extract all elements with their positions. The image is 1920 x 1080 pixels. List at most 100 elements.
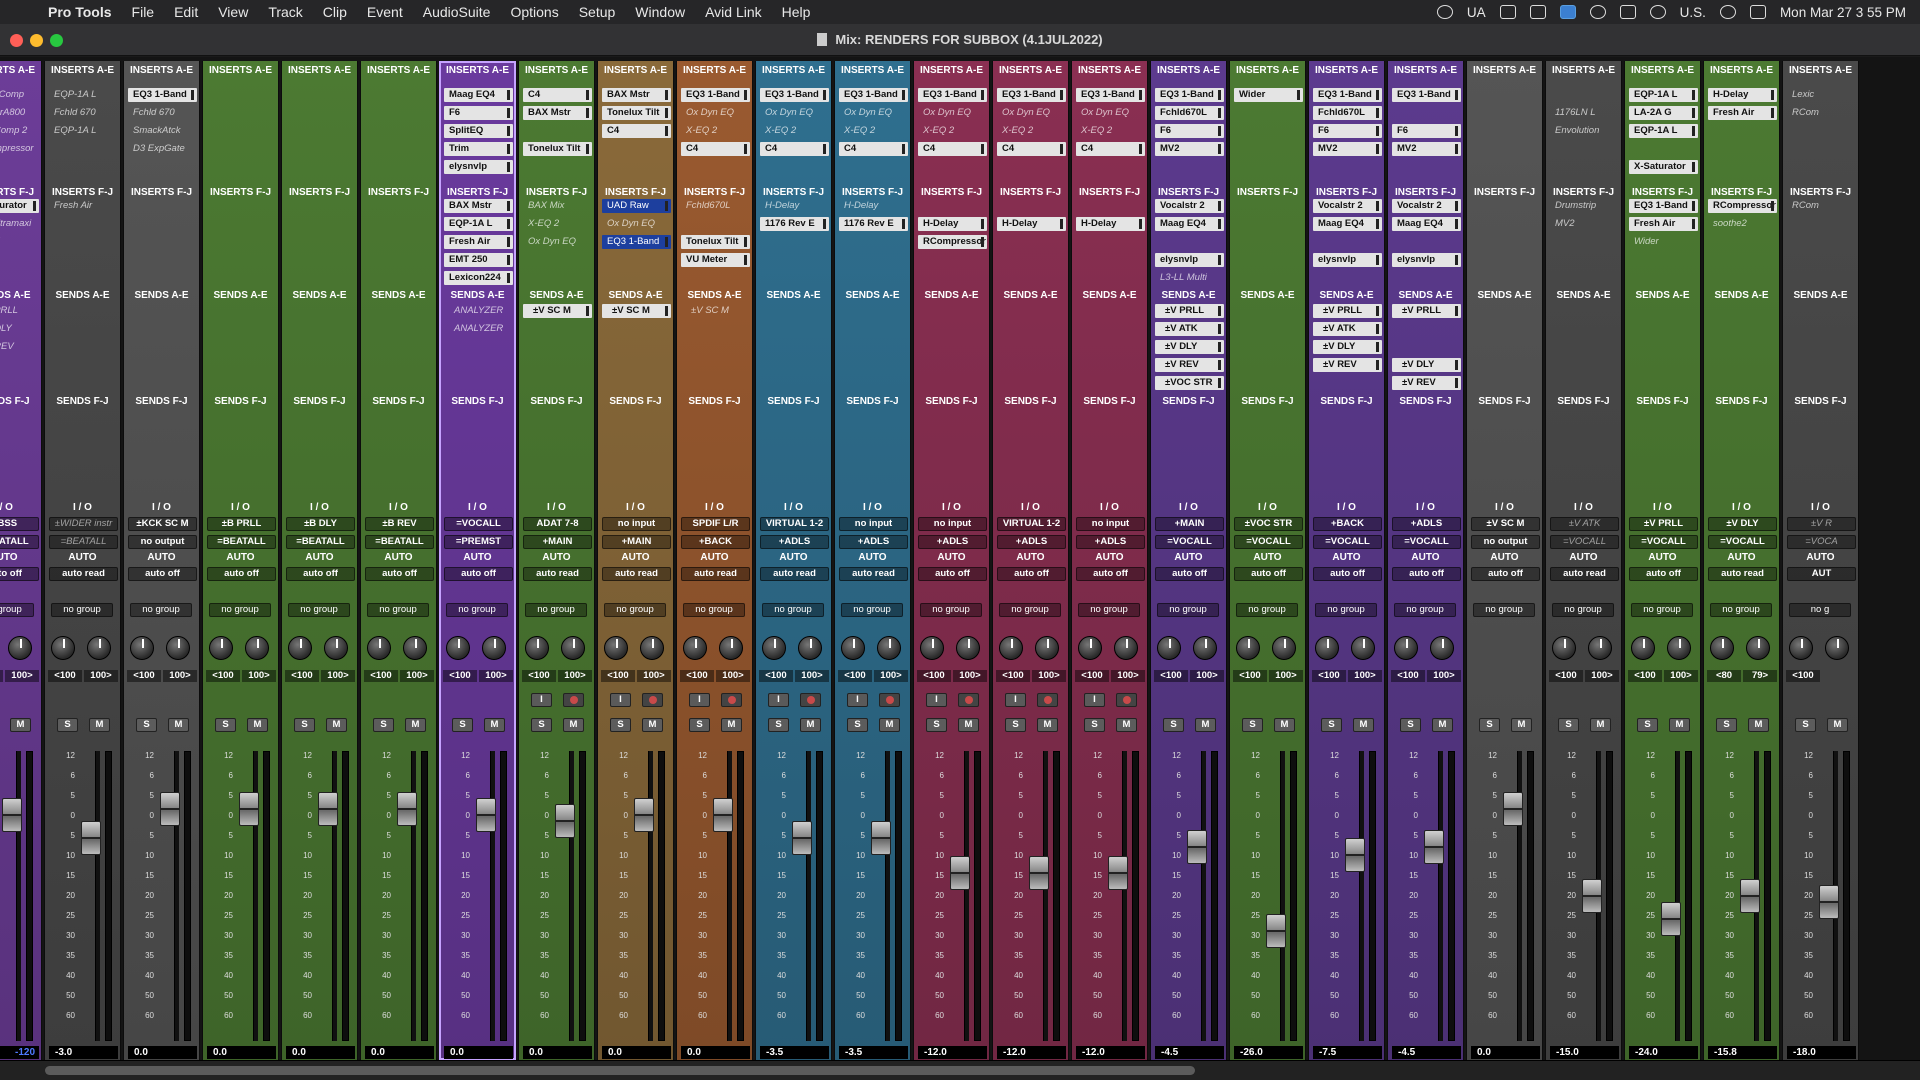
insert-slot[interactable] — [1708, 160, 1777, 174]
insert-slot[interactable]: elysnvlp — [444, 160, 513, 174]
output-selector[interactable]: +ADLS — [997, 535, 1066, 549]
insert-slot[interactable]: 1176 Rev E — [760, 217, 829, 231]
send-slot[interactable] — [760, 304, 829, 318]
insert-slot[interactable] — [918, 199, 987, 213]
insert-slot[interactable]: F6 — [444, 106, 513, 120]
send-slot[interactable] — [1234, 358, 1303, 372]
insert-slot[interactable] — [365, 464, 434, 478]
send-slot[interactable] — [207, 304, 276, 318]
insert-slot[interactable]: EQ3 1-Band — [681, 88, 750, 102]
send-slot[interactable] — [839, 376, 908, 390]
insert-slot[interactable] — [49, 446, 118, 460]
pan-left-value[interactable]: <100 — [127, 670, 161, 682]
menu-window[interactable]: Window — [625, 4, 695, 20]
insert-slot[interactable]: X-EQ 2 — [1076, 124, 1145, 138]
insert-slot[interactable]: Drumstrip — [1550, 199, 1619, 213]
insert-slot[interactable] — [602, 464, 671, 478]
send-slot[interactable] — [839, 304, 908, 318]
output-selector[interactable]: =PREMST — [444, 535, 513, 549]
insert-slot[interactable] — [1629, 446, 1698, 460]
insert-slot[interactable] — [1787, 253, 1856, 267]
input-monitor-button[interactable]: I — [768, 693, 789, 707]
input-selector[interactable]: ±VOC STR — [1234, 517, 1303, 531]
input-monitor-button[interactable]: I — [926, 693, 947, 707]
insert-slot[interactable] — [207, 464, 276, 478]
pan-right-value[interactable]: 100> — [637, 670, 671, 682]
insert-slot[interactable] — [997, 410, 1066, 424]
output-selector[interactable]: =VOCALL — [1550, 535, 1619, 549]
mute-button[interactable]: M — [405, 718, 426, 732]
automation-mode-selector[interactable]: auto read — [602, 567, 671, 581]
insert-slot[interactable]: Ox Dyn EQ — [760, 106, 829, 120]
insert-slot[interactable] — [1076, 464, 1145, 478]
automation-mode-selector[interactable]: auto off — [1155, 567, 1224, 581]
pan-left-knob[interactable] — [920, 636, 944, 660]
send-slot[interactable] — [365, 376, 434, 390]
insert-slot[interactable] — [365, 124, 434, 138]
send-slot[interactable] — [49, 358, 118, 372]
send-slot[interactable] — [207, 340, 276, 354]
insert-slot[interactable] — [207, 88, 276, 102]
insert-slot[interactable]: MV2 — [1155, 142, 1224, 156]
send-slot[interactable] — [444, 340, 513, 354]
insert-slot[interactable]: Envolution — [1550, 124, 1619, 138]
insert-slot[interactable]: RCompressor — [1708, 199, 1777, 213]
insert-slot[interactable] — [49, 253, 118, 267]
mute-button[interactable]: M — [484, 718, 505, 732]
pan-right-value[interactable]: 100> — [84, 670, 118, 682]
insert-slot[interactable] — [1234, 142, 1303, 156]
send-slot[interactable] — [918, 358, 987, 372]
insert-slot[interactable] — [128, 253, 197, 267]
mute-button[interactable]: M — [879, 718, 900, 732]
pan-left-value[interactable]: <100 — [285, 670, 319, 682]
insert-slot[interactable] — [1155, 446, 1224, 460]
volume-readout[interactable]: -12.0 — [997, 1046, 1066, 1059]
insert-slot[interactable]: Tonelux Tilt — [523, 142, 592, 156]
insert-slot[interactable] — [1392, 410, 1461, 424]
send-slot[interactable] — [286, 340, 355, 354]
send-slot[interactable] — [1550, 340, 1619, 354]
insert-slot[interactable] — [49, 217, 118, 231]
solo-button[interactable]: S — [1084, 718, 1105, 732]
insert-slot[interactable] — [839, 482, 908, 496]
pan-right-value[interactable]: 100> — [1032, 670, 1066, 682]
pan-left-knob[interactable] — [446, 636, 470, 660]
insert-slot[interactable] — [365, 271, 434, 285]
send-slot[interactable]: ±V SC M — [602, 304, 671, 318]
insert-slot[interactable] — [602, 142, 671, 156]
insert-slot[interactable]: SPAN — [0, 235, 39, 249]
mute-button[interactable]: M — [1827, 718, 1848, 732]
send-slot[interactable] — [681, 358, 750, 372]
solo-button[interactable]: S — [1637, 718, 1658, 732]
group-selector[interactable]: no group — [130, 603, 192, 617]
insert-slot[interactable] — [1392, 464, 1461, 478]
input-selector[interactable]: ±V ATK — [1550, 517, 1619, 531]
send-slot[interactable] — [918, 340, 987, 354]
output-selector[interactable]: +BACK — [681, 535, 750, 549]
insert-slot[interactable] — [286, 124, 355, 138]
insert-slot[interactable]: F6 — [1155, 124, 1224, 138]
insert-slot[interactable] — [1787, 271, 1856, 285]
insert-slot[interactable] — [760, 482, 829, 496]
pan-left-knob[interactable] — [1552, 636, 1576, 660]
insert-slot[interactable] — [997, 199, 1066, 213]
solo-button[interactable]: S — [215, 718, 236, 732]
insert-slot[interactable]: BAX Mstr — [602, 88, 671, 102]
send-slot[interactable] — [1708, 358, 1777, 372]
bluetooth-audio-icon[interactable] — [1499, 5, 1516, 19]
output-selector[interactable]: no output — [128, 535, 197, 549]
pan-left-knob[interactable] — [841, 636, 865, 660]
insert-slot[interactable]: EQ3 1-Band — [128, 88, 197, 102]
pan-right-knob[interactable] — [719, 636, 743, 660]
insert-slot[interactable] — [49, 271, 118, 285]
solo-button[interactable]: S — [1558, 718, 1579, 732]
solo-button[interactable]: S — [1321, 718, 1342, 732]
volume-readout[interactable]: -4.5 — [1392, 1046, 1461, 1059]
send-slot[interactable]: ±B DLY — [0, 322, 39, 336]
insert-slot[interactable] — [997, 235, 1066, 249]
volume-readout[interactable]: -4.5 — [1155, 1046, 1224, 1059]
insert-slot[interactable] — [286, 142, 355, 156]
insert-slot[interactable] — [49, 142, 118, 156]
insert-slot[interactable] — [365, 235, 434, 249]
insert-slot[interactable] — [523, 464, 592, 478]
